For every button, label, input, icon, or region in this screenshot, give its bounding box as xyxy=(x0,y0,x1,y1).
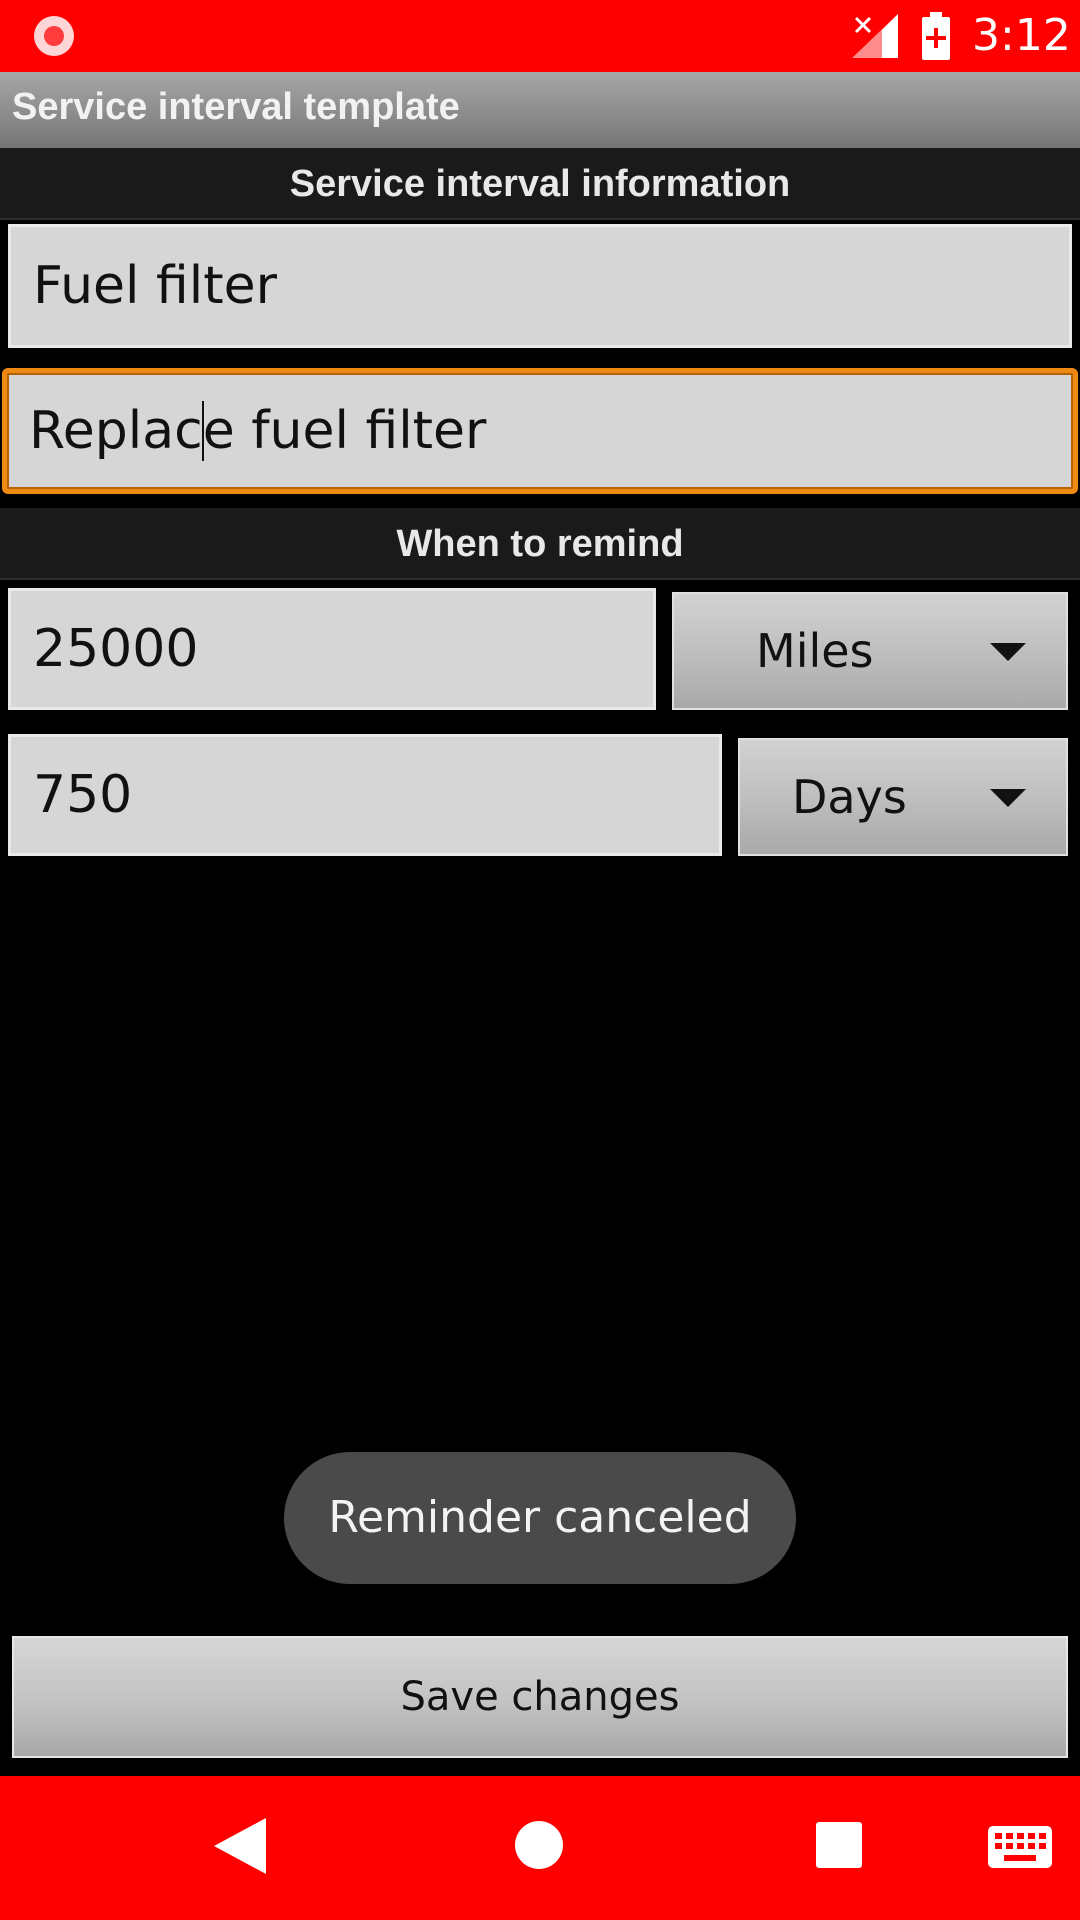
description-value-end: e fuel filter xyxy=(202,401,487,461)
distance-unit-spinner[interactable]: Miles xyxy=(672,592,1068,710)
section-header-information: Service interval information xyxy=(0,148,1080,220)
time-value: 750 xyxy=(33,765,133,825)
back-icon[interactable] xyxy=(214,1818,266,1874)
battery-charging-icon xyxy=(922,12,950,60)
interval-description-field[interactable]: Replac e fuel filter xyxy=(2,368,1078,494)
keyboard-icon[interactable] xyxy=(988,1826,1052,1868)
time-unit-spinner[interactable]: Days xyxy=(738,738,1068,856)
recents-icon[interactable] xyxy=(816,1822,862,1868)
time-unit-label: Days xyxy=(792,770,907,824)
time-value-field[interactable]: 750 xyxy=(8,734,722,856)
interval-name-value: Fuel filter xyxy=(33,256,277,316)
save-button[interactable]: Save changes xyxy=(12,1636,1068,1758)
toast-message: Reminder canceled xyxy=(284,1452,796,1584)
interval-name-field[interactable]: Fuel filter xyxy=(8,224,1072,348)
chevron-down-icon xyxy=(990,643,1026,661)
distance-value: 25000 xyxy=(33,619,199,679)
status-clock: 3:12 xyxy=(972,10,1071,61)
status-bar: 3:12 xyxy=(0,0,1080,72)
description-value-start: Replac xyxy=(29,401,203,461)
screen-record-icon xyxy=(34,16,74,56)
navigation-bar xyxy=(0,1776,1080,1920)
distance-value-field[interactable]: 25000 xyxy=(8,588,656,710)
chevron-down-icon xyxy=(990,789,1026,807)
home-icon[interactable] xyxy=(514,1820,564,1870)
section-header-remind: When to remind xyxy=(0,508,1080,580)
app-title-bar: Service interval template xyxy=(0,72,1080,148)
distance-unit-label: Miles xyxy=(756,624,874,678)
page-title: Service interval template xyxy=(12,86,460,128)
signal-no-service-icon xyxy=(852,14,898,58)
